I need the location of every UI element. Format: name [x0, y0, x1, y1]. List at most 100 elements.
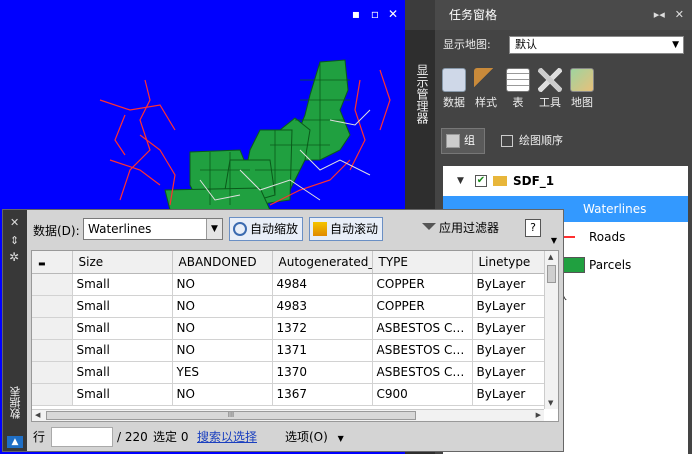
horizontal-scrollbar[interactable]: ◀ III ▶	[32, 409, 544, 421]
table-cell[interactable]: ByLayer	[472, 339, 547, 362]
table-cell[interactable]: ByLayer	[472, 273, 547, 296]
column-header[interactable]: TYPE	[372, 251, 473, 274]
tool-data-button[interactable]: 数据	[441, 68, 467, 116]
table-cell[interactable]: 4983	[272, 295, 373, 318]
table-cell[interactable]: NO	[172, 339, 273, 362]
data-table-toolbar: 数据(D): Waterlines ▼ 自动缩放 自动滚动 应用过滤器 ? ▼	[29, 214, 559, 245]
gear-icon[interactable]: ✲	[9, 250, 19, 264]
scroll-thumb[interactable]	[547, 265, 556, 283]
draw-order-button[interactable]: 绘图顺序	[497, 128, 563, 154]
table-row[interactable]: Small NO 1372 ASBESTOS CEMENT ByLayer	[32, 317, 547, 340]
column-header[interactable]: Size	[72, 251, 173, 274]
tool-table-button[interactable]: 表	[505, 68, 531, 116]
data-table-sidebar: ✕ ⇕ ✲ 数据表 ▲	[3, 210, 27, 451]
table-cell[interactable]: ASBESTOS CEMENT	[372, 317, 473, 340]
row-header[interactable]	[32, 273, 73, 296]
table-cell[interactable]: COPPER	[372, 295, 473, 318]
filter-icon	[422, 223, 436, 230]
auto-hide-icon[interactable]: ⇕	[10, 234, 19, 247]
map-icon	[570, 68, 594, 92]
table-cell[interactable]: 1370	[272, 361, 373, 384]
restore-icon[interactable]: ▫	[368, 7, 382, 21]
table-cell[interactable]: ByLayer	[472, 295, 547, 318]
scroll-left-icon[interactable]: ◀	[35, 411, 40, 419]
data-grid[interactable]: ▬ Size ABANDONED Autogenerated_S TYPE Li…	[31, 250, 559, 422]
table-cell[interactable]: 1371	[272, 339, 373, 362]
app-logo-icon: ▲	[7, 436, 23, 448]
table-cell[interactable]: Small	[72, 361, 173, 384]
table-cell[interactable]: Small	[72, 339, 173, 362]
column-header[interactable]: Linetype	[472, 251, 547, 274]
search-to-select-link[interactable]: 搜索以选择	[197, 426, 257, 448]
table-cell[interactable]: ByLayer	[472, 317, 547, 340]
basemap-select[interactable]: 默认 ▼	[509, 36, 684, 54]
tool-style-button[interactable]: 样式	[473, 68, 499, 116]
table-cell[interactable]: Small	[72, 273, 173, 296]
table-cell[interactable]: NO	[172, 383, 273, 406]
help-button[interactable]: ?	[525, 219, 541, 237]
table-cell[interactable]: 4984	[272, 273, 373, 296]
data-table-title: 数据表	[9, 386, 22, 419]
table-cell[interactable]: COPPER	[372, 273, 473, 296]
table-row[interactable]: Small NO 4983 COPPER ByLayer	[32, 295, 547, 318]
apply-filter-button[interactable]: 应用过滤器	[419, 217, 503, 241]
table-row[interactable]: Small NO 1367 C900 ByLayer	[32, 383, 547, 406]
chevron-down-icon: ▼	[672, 40, 679, 50]
table-row[interactable]: Small YES 1370 ASBESTOS CEMENT ByLayer	[32, 361, 547, 384]
table-cell[interactable]: NO	[172, 317, 273, 340]
scroll-down-icon[interactable]: ▼	[548, 399, 553, 407]
table-cell[interactable]: YES	[172, 361, 273, 384]
table-icon	[506, 68, 530, 92]
table-cell[interactable]: Small	[72, 317, 173, 340]
row-number-input[interactable]	[51, 427, 113, 447]
chevron-down-icon[interactable]: ▼	[206, 219, 222, 239]
table-row[interactable]: Small NO 4984 COPPER ByLayer	[32, 273, 547, 296]
auto-scroll-button[interactable]: 自动滚动	[309, 217, 384, 241]
table-cell[interactable]: 1372	[272, 317, 373, 340]
table-cell[interactable]: Small	[72, 295, 173, 318]
chevron-down-icon[interactable]: ▼	[551, 236, 557, 245]
auto-zoom-button[interactable]: 自动缩放	[229, 217, 304, 241]
pin-icon[interactable]: ▸◂	[654, 0, 665, 30]
table-cell[interactable]: 1367	[272, 383, 373, 406]
table-cell[interactable]: ASBESTOS CEMENT	[372, 339, 473, 362]
row-header[interactable]	[32, 339, 73, 362]
table-cell[interactable]: NO	[172, 273, 273, 296]
attribute-table: ▬ Size ABANDONED Autogenerated_S TYPE Li…	[32, 251, 547, 406]
row-header-corner[interactable]: ▬	[32, 251, 73, 274]
data-table-panel: ✕ ⇕ ✲ 数据表 ▲ 数据(D): Waterlines ▼ 自动缩放 自动滚…	[2, 209, 564, 452]
table-cell[interactable]: ASBESTOS CEMENT	[372, 361, 473, 384]
table-cell[interactable]: ByLayer	[472, 361, 547, 384]
table-cell[interactable]: NO	[172, 295, 273, 318]
table-cell[interactable]: ByLayer	[472, 383, 547, 406]
row-header[interactable]	[32, 295, 73, 318]
tab-display-manager[interactable]: 显示管理器	[411, 64, 429, 124]
close-icon[interactable]: ✕	[386, 7, 400, 21]
table-row[interactable]: Small NO 1371 ASBESTOS CEMENT ByLayer	[32, 339, 547, 362]
expand-icon[interactable]: ▼	[457, 168, 464, 194]
row-header[interactable]	[32, 317, 73, 340]
checkbox-icon[interactable]: ✔	[475, 175, 487, 187]
column-header[interactable]: Autogenerated_S	[272, 251, 373, 274]
close-icon[interactable]: ✕	[675, 0, 684, 30]
tool-row: 数据 样式 表 工具 地图	[441, 68, 686, 116]
tool-map-button[interactable]: 地图	[569, 68, 595, 116]
options-menu[interactable]: 选项(O) ▼	[285, 426, 344, 450]
data-label: 数据(D):	[33, 224, 80, 238]
group-button[interactable]: 组	[441, 128, 485, 154]
scroll-thumb[interactable]: III	[46, 411, 416, 420]
column-header[interactable]: ABANDONED	[172, 251, 273, 274]
vertical-scrollbar[interactable]: ▲ ▼	[544, 251, 558, 409]
table-header-row: ▬ Size ABANDONED Autogenerated_S TYPE Li…	[32, 251, 547, 274]
layer-select[interactable]: Waterlines ▼	[83, 218, 223, 240]
table-cell[interactable]: C900	[372, 383, 473, 406]
close-icon[interactable]: ✕	[10, 216, 19, 229]
table-cell[interactable]: Small	[72, 383, 173, 406]
scroll-right-icon[interactable]: ▶	[536, 411, 541, 419]
row-header[interactable]	[32, 361, 73, 384]
tool-tools-button[interactable]: 工具	[537, 68, 563, 116]
scroll-up-icon[interactable]: ▲	[548, 253, 553, 261]
row-header[interactable]	[32, 383, 73, 406]
minimize-icon[interactable]: ▪	[349, 7, 363, 21]
layer-group-row[interactable]: ▼ ✔ SDF_1	[443, 168, 688, 194]
